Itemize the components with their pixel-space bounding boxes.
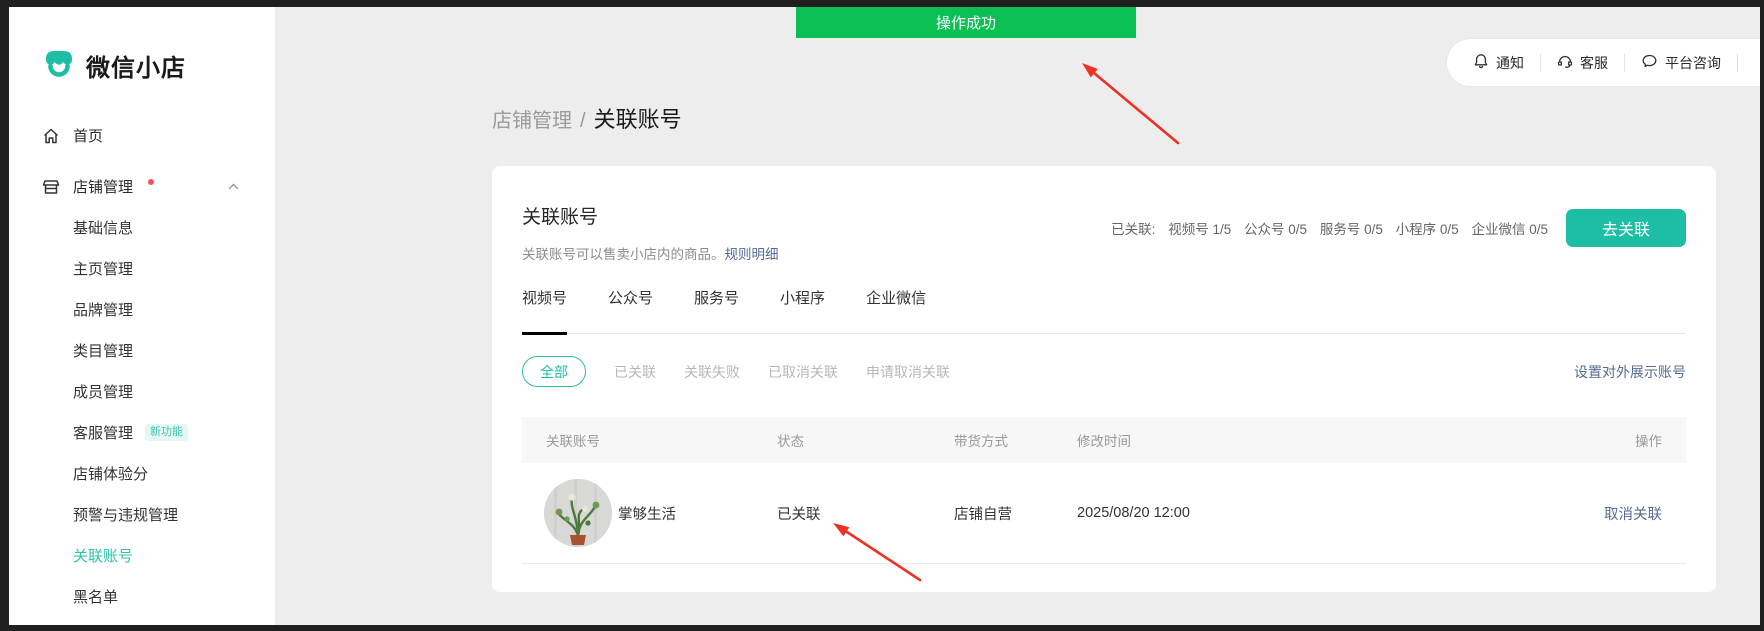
tab-video-account[interactable]: 视频号 [522, 287, 567, 333]
header-action: 操作 [1536, 430, 1686, 450]
shop-icon [42, 178, 60, 196]
account-status: 已关联 [777, 503, 954, 524]
sidebar-item-label: 首页 [73, 125, 103, 146]
sidebar-item-basic-info[interactable]: 基础信息 [9, 207, 275, 248]
linked-stats: 已关联: 视频号 1/5 公众号 0/5 服务号 0/5 小程序 0/5 企业微… [1111, 218, 1548, 238]
tab-enterprise-wechat[interactable]: 企业微信 [866, 287, 926, 333]
breadcrumb: 店铺管理 / 关联账号 [492, 102, 682, 134]
header-status: 状态 [777, 430, 954, 450]
tab-mini-program[interactable]: 小程序 [780, 287, 825, 333]
display-accounts-link[interactable]: 设置对外展示账号 [1574, 362, 1686, 382]
sidebar-item-members[interactable]: 成员管理 [9, 371, 275, 412]
tab-official-account[interactable]: 公众号 [608, 287, 653, 333]
chevron-up-icon[interactable] [228, 181, 239, 192]
breadcrumb-separator: / [580, 110, 586, 133]
unlink-action-link[interactable]: 取消关联 [1604, 507, 1662, 523]
app-window: 微信小店 首页 店铺管理 [9, 7, 1760, 625]
linked-accounts-card: 关联账号 关联账号可以售卖小店内的商品。规则明细 已关联: 视频号 1/5 公众… [492, 166, 1716, 592]
topbar-actions: 通知 客服 平台咨询 [1446, 38, 1760, 87]
accounts-table: 关联账号 状态 带货方式 修改时间 操作 [522, 417, 1686, 564]
card-header-right: 已关联: 视频号 1/5 公众号 0/5 服务号 0/5 小程序 0/5 企业微… [1111, 209, 1686, 247]
sidebar-item-violation[interactable]: 预警与违规管理 [9, 494, 275, 535]
account-mode: 店铺自营 [954, 503, 1077, 524]
sidebar-item-brand[interactable]: 品牌管理 [9, 289, 275, 330]
bell-icon [1473, 53, 1489, 72]
sidebar-item-blacklist[interactable]: 黑名单 [9, 576, 275, 617]
customer-service-button[interactable]: 客服 [1557, 53, 1608, 73]
divider [1737, 54, 1738, 72]
app-logo: 微信小店 [9, 45, 275, 85]
account-name: 掌够生活 [618, 503, 676, 524]
platform-consult-button[interactable]: 平台咨询 [1641, 53, 1721, 73]
main-area: 操作成功 通知 [276, 7, 1760, 625]
home-icon [42, 127, 60, 145]
filter-linked[interactable]: 已关联 [614, 362, 656, 382]
sidebar-item-linked-accounts[interactable]: 关联账号 [9, 535, 275, 576]
card-title: 关联账号 [522, 202, 598, 229]
header-account: 关联账号 [522, 430, 777, 450]
account-avatar [544, 479, 612, 547]
sidebar-item-home[interactable]: 首页 [9, 115, 275, 156]
filter-cancelled[interactable]: 已取消关联 [768, 362, 838, 382]
page-title: 关联账号 [594, 102, 682, 134]
sidebar: 微信小店 首页 店铺管理 [9, 7, 276, 625]
sidebar-item-homepage[interactable]: 主页管理 [9, 248, 275, 289]
toast-text: 操作成功 [936, 12, 996, 33]
rules-link[interactable]: 规则明细 [725, 247, 779, 262]
card-description: 关联账号可以售卖小店内的商品。规则明细 [522, 243, 779, 263]
divider [1540, 54, 1541, 72]
breadcrumb-section[interactable]: 店铺管理 [492, 104, 572, 133]
notification-dot [148, 179, 154, 185]
sidebar-nav: 首页 店铺管理 基础信息 主页管理 品牌管理 类目管理 [9, 115, 275, 617]
store-logo-icon [42, 46, 76, 85]
account-modified-time: 2025/08/20 12:00 [1077, 505, 1536, 521]
filter-cancel-requested[interactable]: 申请取消关联 [866, 362, 950, 382]
header-mode: 带货方式 [954, 430, 1077, 450]
new-feature-badge: 新功能 [145, 424, 188, 441]
filter-failed[interactable]: 关联失败 [684, 362, 740, 382]
filter-all[interactable]: 全部 [522, 356, 586, 387]
chat-bubble-icon [1641, 53, 1658, 72]
app-title: 微信小店 [86, 48, 186, 83]
notifications-button[interactable]: 通知 [1473, 53, 1524, 73]
tab-service-account[interactable]: 服务号 [694, 287, 739, 333]
sidebar-item-experience-score[interactable]: 店铺体验分 [9, 453, 275, 494]
table-row: 掌够生活 已关联 店铺自营 2025/08/20 12:00 取消关联 [522, 463, 1686, 564]
wechat-store-admin: { "colors": { "toast_green": "#0abf53", … [0, 0, 1764, 631]
sidebar-item-label: 店铺管理 [73, 176, 133, 197]
go-link-button[interactable]: 去关联 [1566, 209, 1686, 247]
header-time: 修改时间 [1077, 430, 1536, 450]
headset-icon [1557, 53, 1573, 72]
account-type-tabs: 视频号 公众号 服务号 小程序 企业微信 [522, 287, 1686, 334]
status-filters: 全部 已关联 关联失败 已取消关联 申请取消关联 设置对外展示账号 [522, 356, 1686, 387]
sidebar-item-store-management[interactable]: 店铺管理 [9, 166, 275, 207]
sidebar-item-category[interactable]: 类目管理 [9, 330, 275, 371]
divider [1624, 54, 1625, 72]
table-header: 关联账号 状态 带货方式 修改时间 操作 [522, 417, 1686, 463]
sidebar-item-customer-service[interactable]: 客服管理 新功能 [9, 412, 275, 453]
success-toast: 操作成功 [796, 7, 1136, 38]
